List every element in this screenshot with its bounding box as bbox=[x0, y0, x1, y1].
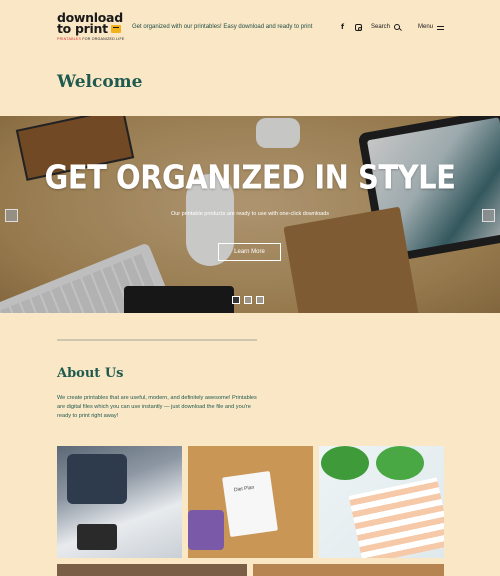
hero-subtitle: Our printable products are ready to use … bbox=[170, 211, 330, 217]
hero-slider: GET ORGANIZED IN STYLE Our printable pro… bbox=[0, 116, 500, 313]
slider-dot-3[interactable] bbox=[256, 296, 264, 304]
logo-line-2: to print bbox=[57, 21, 108, 36]
printer-icon bbox=[110, 24, 121, 33]
slider-dot-1[interactable] bbox=[232, 296, 240, 304]
hamburger-icon[interactable] bbox=[437, 26, 444, 30]
instagram-icon[interactable] bbox=[355, 24, 362, 31]
gallery-image-business-charts[interactable] bbox=[57, 446, 182, 558]
gallery-image-4[interactable] bbox=[57, 564, 247, 576]
facebook-icon[interactable]: f bbox=[341, 23, 344, 31]
slider-pagination bbox=[232, 296, 264, 304]
slider-prev-arrow-icon[interactable] bbox=[5, 209, 18, 222]
about-body-text: We create printables that are useful, mo… bbox=[57, 395, 257, 419]
learn-more-button[interactable]: Learn More bbox=[218, 243, 281, 261]
slider-next-arrow-icon[interactable] bbox=[482, 209, 495, 222]
menu-button[interactable]: Menu bbox=[418, 24, 433, 30]
diet-plan-label: Diet Plan bbox=[233, 484, 255, 494]
site-logo[interactable]: download to print PRINTABLES FOR ORGANIZ… bbox=[57, 11, 127, 46]
section-divider bbox=[57, 339, 257, 341]
hero-title: GET ORGANIZED IN STYLE bbox=[44, 157, 456, 197]
slider-dot-2[interactable] bbox=[244, 296, 252, 304]
logo-tagline: PRINTABLES FOR ORGANIZED LIFE bbox=[57, 37, 125, 41]
header-tagline: Get organized with our printables! Easy … bbox=[132, 24, 313, 30]
page-title: Welcome bbox=[57, 72, 143, 92]
site-header: download to print PRINTABLES FOR ORGANIZ… bbox=[0, 0, 500, 58]
gallery-image-diet-plan[interactable]: Diet Plan bbox=[188, 446, 313, 558]
gallery-image-weekly-meal-planner[interactable] bbox=[319, 446, 444, 558]
about-heading: About Us bbox=[57, 366, 124, 381]
gallery-image-5[interactable] bbox=[253, 564, 444, 576]
search-button[interactable]: Search bbox=[371, 24, 390, 30]
search-icon[interactable] bbox=[394, 24, 400, 30]
